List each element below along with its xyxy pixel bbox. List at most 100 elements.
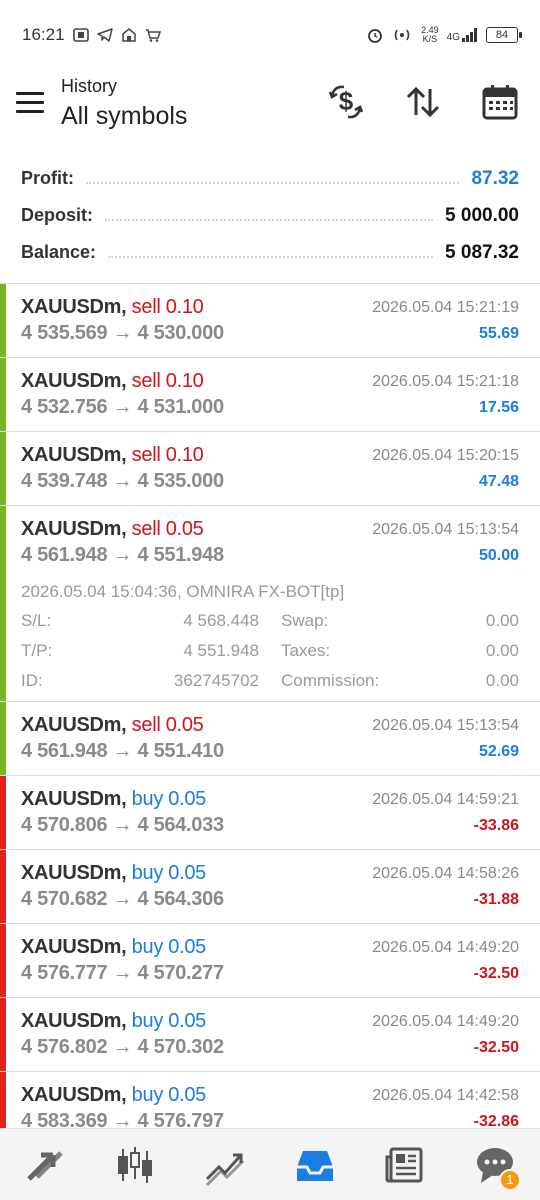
deal-symbol: XAUUSDm, — [21, 862, 127, 884]
deal-title: XAUUSDm, buy 0.05 — [21, 1084, 206, 1107]
deal-result-bar — [0, 924, 6, 997]
deal-time: 2026.05.04 15:21:18 — [372, 373, 519, 390]
deal-side: buy 0.05 — [131, 1010, 207, 1032]
summary-row: Balance: 5 087.32 — [0, 234, 540, 271]
deal-title: XAUUSDm, buy 0.05 — [21, 1010, 206, 1033]
deal-row[interactable]: XAUUSDm, buy 0.05 2026.05.04 14:49:20 4 57… — [0, 924, 540, 998]
detail-value: 0.00 — [485, 641, 519, 660]
sort-arrows-icon — [406, 86, 440, 118]
deal-side: buy 0.05 — [131, 936, 207, 958]
deal-title: XAUUSDm, sell 0.05 — [21, 518, 204, 541]
deal-prices: 4 576.802 → 4 570.302 — [21, 1036, 224, 1058]
deal-detail-row: S/L: 4 568.448 Swap: 0.00 — [21, 606, 519, 636]
deal-side: sell 0.10 — [131, 370, 204, 392]
page-subtitle: History — [61, 76, 118, 96]
sort-button[interactable] — [399, 80, 447, 124]
nav-quotes[interactable] — [15, 1135, 75, 1195]
deal-profit: 50.00 — [478, 547, 519, 564]
clock: 16:21 — [22, 25, 65, 44]
deal-profit: 55.69 — [478, 325, 519, 342]
deal-time: 2026.05.04 15:13:54 — [372, 717, 519, 734]
deal-prices: 4 561.948 → 4 551.948 — [21, 544, 224, 566]
detail-label: Swap: — [281, 611, 329, 630]
deal-profit: 52.69 — [478, 743, 519, 760]
news-icon — [385, 1147, 423, 1182]
nav-news[interactable] — [375, 1135, 435, 1195]
deal-row[interactable]: XAUUSDm, buy 0.05 2026.05.04 14:42:58 4 58… — [0, 1072, 540, 1128]
deal-row[interactable]: XAUUSDm, sell 0.10 2026.05.04 15:20:15 4 5… — [0, 432, 540, 506]
deal-prices: 4 570.682 → 4 564.306 — [21, 888, 224, 910]
net-speed-unit: K/S — [422, 34, 438, 44]
deal-symbol: XAUUSDm, — [21, 518, 127, 540]
deal-title: XAUUSDm, buy 0.05 — [21, 862, 206, 885]
network-speed: 2.49 K/S — [421, 26, 439, 44]
deal-row[interactable]: XAUUSDm, sell 0.10 2026.05.04 15:21:18 4 5… — [0, 358, 540, 432]
candlestick-icon — [118, 1146, 152, 1183]
deal-row[interactable]: XAUUSDm, buy 0.05 2026.05.04 14:49:20 4 57… — [0, 998, 540, 1072]
cart-icon — [145, 29, 161, 42]
menu-icon[interactable] — [16, 92, 44, 114]
summary-panel: Profit: 87.32 Deposit: 5 000.00 Balance: 5 08… — [0, 160, 540, 271]
deal-row[interactable]: XAUUSDm, sell 0.05 2026.05.04 15:13:54 4 5… — [0, 702, 540, 776]
deal-side: buy 0.05 — [131, 1084, 207, 1106]
deal-result-bar — [0, 284, 6, 357]
status-right: 2.49 K/S 4G 84 — [367, 26, 522, 44]
deal-time: 2026.05.04 14:49:20 — [372, 1013, 519, 1030]
deal-profit: -31.88 — [473, 891, 519, 908]
svg-text:$: $ — [339, 86, 354, 116]
status-bar: 16:21 2.49 K/S 4G 84 — [0, 0, 540, 70]
network-type: 4G — [446, 28, 478, 43]
deals-list[interactable]: XAUUSDm, sell 0.10 2026.05.04 15:21:19 4 5… — [0, 283, 540, 1128]
page-title[interactable]: All symbols — [61, 102, 187, 131]
deal-result-bar — [0, 998, 6, 1071]
deal-title: XAUUSDm, buy 0.05 — [21, 788, 206, 811]
detail-value: 362745702 — [173, 671, 259, 690]
deal-time: 2026.05.04 15:21:19 — [372, 299, 519, 316]
deal-symbol: XAUUSDm, — [21, 1010, 127, 1032]
deal-profit: -32.50 — [473, 965, 519, 982]
detail-value: 0.00 — [485, 671, 519, 690]
status-left: 16:21 — [22, 25, 161, 45]
hotspot-icon — [394, 29, 410, 41]
trade-trend-icon — [205, 1153, 245, 1186]
app-bar: History All symbols $ — [0, 70, 540, 150]
deal-side: buy 0.05 — [131, 788, 207, 810]
deal-detail-row: T/P: 4 551.948 Taxes: 0.00 — [21, 636, 519, 666]
summary-label: Profit: — [21, 168, 74, 188]
calendar-button[interactable] — [476, 80, 524, 124]
deal-row[interactable]: XAUUSDm, sell 0.05 2026.05.04 15:13:54 4 5… — [0, 506, 540, 702]
deal-title: XAUUSDm, sell 0.05 — [21, 714, 204, 737]
net-type-label: 4G — [446, 32, 460, 43]
summary-value: 87.32 — [471, 167, 519, 189]
deposit-filter-button[interactable]: $ — [322, 80, 370, 124]
nav-chats[interactable]: 1 — [465, 1135, 525, 1195]
deal-title: XAUUSDm, sell 0.10 — [21, 444, 204, 467]
detail-label: Commission: — [281, 671, 380, 690]
deal-prices: 4 583.369 → 4 576.797 — [21, 1110, 224, 1128]
deal-symbol: XAUUSDm, — [21, 296, 127, 318]
deal-profit: 17.56 — [478, 399, 519, 416]
deal-profit: 47.48 — [478, 473, 519, 490]
deal-row[interactable]: XAUUSDm, sell 0.10 2026.05.04 15:21:19 4 5… — [0, 284, 540, 358]
deal-result-bar — [0, 702, 6, 775]
summary-value: 5 000.00 — [445, 204, 519, 226]
deal-symbol: XAUUSDm, — [21, 714, 127, 736]
summary-row: Profit: 87.32 — [0, 160, 540, 197]
chat-badge: 1 — [499, 1168, 521, 1191]
deal-result-bar — [0, 850, 6, 923]
deal-symbol: XAUUSDm, — [21, 444, 127, 466]
deal-time: 2026.05.04 14:59:21 — [372, 791, 519, 808]
nav-chart[interactable] — [105, 1135, 165, 1195]
deal-time: 2026.05.04 15:13:54 — [372, 521, 519, 538]
deal-symbol: XAUUSDm, — [21, 1084, 127, 1106]
summary-row: Deposit: 5 000.00 — [0, 197, 540, 234]
deal-prices: 4 532.756 → 4 531.000 — [21, 396, 224, 418]
summary-label: Deposit: — [21, 205, 93, 225]
deal-result-bar — [0, 432, 6, 505]
nav-trade[interactable] — [195, 1135, 255, 1195]
signal-icon — [462, 28, 477, 42]
deal-row[interactable]: XAUUSDm, buy 0.05 2026.05.04 14:59:21 4 57… — [0, 776, 540, 850]
nav-history[interactable] — [285, 1135, 345, 1195]
deal-row[interactable]: XAUUSDm, buy 0.05 2026.05.04 14:58:26 4 57… — [0, 850, 540, 924]
summary-value: 5 087.32 — [445, 241, 519, 263]
